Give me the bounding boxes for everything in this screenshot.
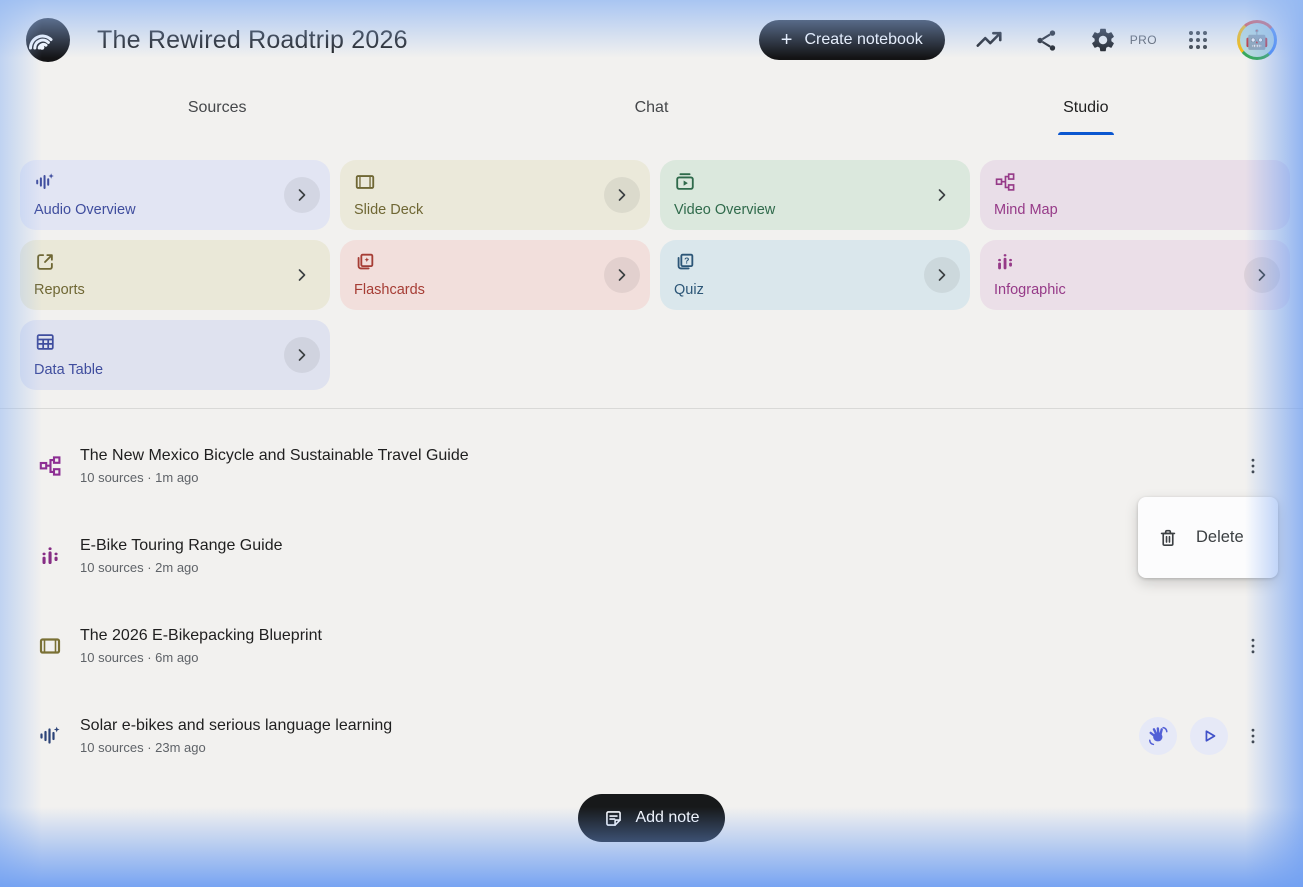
artifact-actions [1139, 716, 1265, 756]
artifact-actions [1241, 446, 1265, 486]
pro-badge: PRO [1130, 33, 1157, 47]
play-icon [1198, 725, 1220, 747]
notebooklm-logo[interactable] [26, 18, 70, 62]
artifact-meta: 10 sources · 1m ago [80, 470, 469, 485]
chevron-right-icon[interactable] [924, 177, 960, 213]
chevron-right-icon[interactable] [604, 177, 640, 213]
slide-deck-icon [38, 634, 62, 658]
apps-grid-icon[interactable] [1186, 28, 1210, 52]
add-note-button[interactable]: Add note [578, 794, 724, 842]
studio-card-video-overview[interactable]: Video Overview [660, 160, 970, 230]
infographic-icon [38, 544, 62, 568]
card-label: Mind Map [994, 202, 1276, 218]
card-label: Audio Overview [34, 202, 316, 218]
delete-menu-item[interactable]: Delete [1138, 497, 1278, 578]
settings-icon[interactable] [1089, 26, 1117, 54]
play-button[interactable] [1190, 717, 1228, 755]
chevron-right-icon[interactable] [284, 257, 320, 293]
artifact-text: The 2026 E-Bikepacking Blueprint 10 sour… [80, 627, 322, 665]
quiz-icon: ? [674, 251, 696, 273]
chevron-right-icon[interactable] [284, 337, 320, 373]
more-options-icon[interactable] [1241, 446, 1265, 486]
analytics-icon[interactable] [974, 25, 1004, 55]
artifact-meta: 10 sources · 2m ago [80, 560, 283, 575]
audio-overview-icon [34, 171, 56, 193]
artifact-actions [1241, 626, 1265, 666]
chevron-right-icon[interactable] [924, 257, 960, 293]
card-label: Quiz [674, 282, 956, 298]
artifact-text: E-Bike Touring Range Guide 10 sources · … [80, 537, 283, 575]
chevron-right-icon[interactable] [604, 257, 640, 293]
context-menu: Delete [1138, 497, 1278, 578]
delete-label: Delete [1196, 528, 1244, 547]
create-notebook-label: Create notebook [804, 31, 922, 49]
reports-icon [34, 251, 56, 273]
tab-sources[interactable]: Sources [0, 80, 434, 135]
card-label: Flashcards [354, 282, 636, 298]
more-options-icon[interactable] [1241, 716, 1265, 756]
studio-card-grid: Audio Overview Slide Deck Video Overview [0, 135, 1303, 390]
tab-chat-label: Chat [635, 99, 669, 117]
tab-bar: Sources Chat Studio [0, 80, 1303, 135]
chevron-right-icon[interactable] [1244, 257, 1280, 293]
card-label: Slide Deck [354, 202, 636, 218]
avatar[interactable]: 🤖 [1237, 20, 1277, 60]
studio-card-slide-deck[interactable]: Slide Deck [340, 160, 650, 230]
mind-map-icon [994, 171, 1016, 193]
interactive-mode-button[interactable] [1139, 717, 1177, 755]
flashcards-icon [354, 251, 376, 273]
artifact-meta: 10 sources · 6m ago [80, 650, 322, 665]
card-label: Data Table [34, 362, 316, 378]
studio-card-data-table[interactable]: Data Table [20, 320, 330, 390]
artifact-meta: 10 sources · 23m ago [80, 740, 392, 755]
studio-card-mind-map[interactable]: Mind Map [980, 160, 1290, 230]
artifact-title: The 2026 E-Bikepacking Blueprint [80, 627, 322, 645]
infographic-icon [994, 251, 1016, 273]
studio-card-flashcards[interactable]: Flashcards [340, 240, 650, 310]
studio-card-quiz[interactable]: ? Quiz [660, 240, 970, 310]
card-label: Infographic [994, 282, 1276, 298]
trash-icon [1157, 527, 1179, 549]
note-icon [603, 808, 624, 829]
artifact-row-audio-overview[interactable]: Solar e-bikes and serious language learn… [26, 691, 1265, 781]
artifact-title: The New Mexico Bicycle and Sustainable T… [80, 447, 469, 465]
studio-card-audio-overview[interactable]: Audio Overview [20, 160, 330, 230]
create-notebook-button[interactable]: + Create notebook [759, 20, 945, 60]
video-overview-icon [674, 171, 696, 193]
page-title: The Rewired Roadtrip 2026 [97, 26, 408, 55]
tab-studio[interactable]: Studio [869, 80, 1303, 135]
tab-studio-label: Studio [1063, 99, 1108, 117]
header: The Rewired Roadtrip 2026 + Create noteb… [0, 0, 1303, 80]
audio-overview-icon [38, 724, 62, 748]
add-note-container: Add note [0, 794, 1303, 842]
tab-sources-label: Sources [188, 99, 247, 117]
artifact-title: E-Bike Touring Range Guide [80, 537, 283, 555]
artifact-text: Solar e-bikes and serious language learn… [80, 717, 392, 755]
header-actions: + Create notebook PRO [759, 20, 1277, 60]
more-options-icon[interactable] [1241, 626, 1265, 666]
artifact-text: The New Mexico Bicycle and Sustainable T… [80, 447, 469, 485]
studio-card-reports[interactable]: Reports [20, 240, 330, 310]
chevron-right-icon[interactable] [284, 177, 320, 213]
card-label: Reports [34, 282, 316, 298]
artifact-row-mind-map[interactable]: The New Mexico Bicycle and Sustainable T… [26, 421, 1265, 511]
data-table-icon [34, 331, 56, 353]
studio-card-infographic[interactable]: Infographic [980, 240, 1290, 310]
mind-map-icon [38, 454, 62, 478]
add-note-label: Add note [635, 809, 699, 827]
avatar-robot-image: 🤖 [1240, 23, 1274, 57]
card-label: Video Overview [674, 202, 956, 218]
plus-icon: + [781, 30, 793, 50]
tab-chat[interactable]: Chat [434, 80, 868, 135]
slide-deck-icon [354, 171, 376, 193]
artifact-list: The New Mexico Bicycle and Sustainable T… [0, 409, 1303, 781]
waving-hand-icon [1147, 725, 1169, 747]
artifact-title: Solar e-bikes and serious language learn… [80, 717, 392, 735]
artifact-row-infographic[interactable]: E-Bike Touring Range Guide 10 sources · … [26, 511, 1265, 601]
artifact-row-slide-deck[interactable]: The 2026 E-Bikepacking Blueprint 10 sour… [26, 601, 1265, 691]
svg-text:?: ? [684, 255, 689, 265]
share-icon[interactable] [1033, 27, 1060, 54]
